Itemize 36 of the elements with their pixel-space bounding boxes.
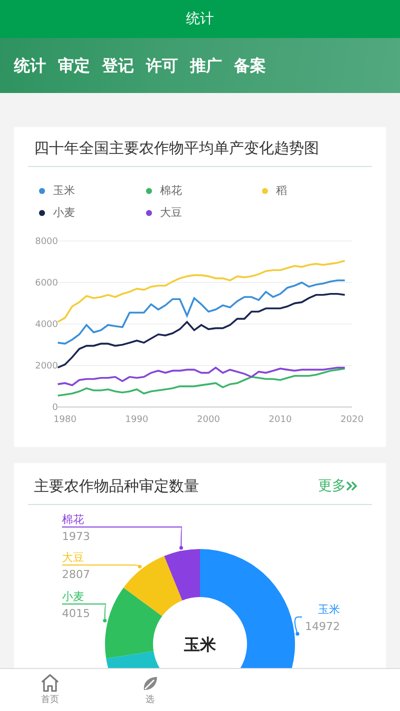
slice-value: 4015 <box>62 606 90 620</box>
legend-label: 棉花 <box>160 182 182 198</box>
slice-value: 2807 <box>62 568 90 580</box>
axis-label: 2000 <box>35 361 58 371</box>
axis-label: 4000 <box>35 320 58 330</box>
slice-label: 大豆 <box>62 550 84 564</box>
tab[interactable]: 推广 <box>190 54 222 78</box>
legend-label: 小麦 <box>53 205 75 221</box>
axis-label: 1980 <box>54 414 76 424</box>
slice-value: 1973 <box>62 530 90 542</box>
axis-label: 1990 <box>125 414 148 424</box>
tab[interactable]: 审定 <box>58 54 90 78</box>
slice-value: 14972 <box>305 620 340 632</box>
chart-title: 主要农作物品种审定数量 <box>34 476 199 497</box>
tab[interactable]: 许可 <box>146 54 178 78</box>
screen-title: 统计 <box>186 10 214 28</box>
tab[interactable]: 登记 <box>102 54 134 78</box>
axis-label: 8000 <box>35 236 58 246</box>
legend-label: 大豆 <box>160 205 182 221</box>
slice-label: 玉米 <box>318 602 340 616</box>
nav-item[interactable]: 首页 <box>0 669 100 711</box>
axis-label: 2000 <box>197 414 220 424</box>
axis-label: 0 <box>52 402 58 412</box>
slice-label: 小麦 <box>62 590 84 602</box>
nav-item[interactable]: 选 <box>100 669 200 711</box>
tab[interactable]: 统计 <box>14 54 46 78</box>
axis-label: 2010 <box>268 414 292 424</box>
legend-label: 玉米 <box>53 182 75 198</box>
more-link[interactable]: 更多 <box>318 476 358 497</box>
slice-label: 棉花 <box>62 512 84 526</box>
tab[interactable]: 备案 <box>234 54 266 78</box>
axis-label: 6000 <box>35 278 58 288</box>
center-label: 玉米 <box>184 634 216 654</box>
legend-label: 稻 <box>276 182 287 198</box>
axis-label: 2020 <box>340 414 364 424</box>
chart-title: 四十年全国主要农作物平均单产变化趋势图 <box>28 127 372 166</box>
